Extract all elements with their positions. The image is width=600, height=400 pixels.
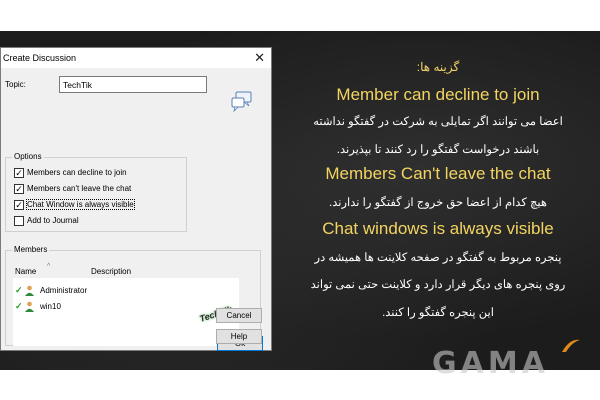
topic-label: Topic: bbox=[5, 80, 26, 89]
members-list-header: Name ^ Description bbox=[13, 263, 239, 278]
list-item[interactable]: ✓ win10 bbox=[15, 300, 61, 312]
item-title: Member can decline to join bbox=[336, 85, 540, 104]
item-title: Chat windows is always visible bbox=[322, 219, 554, 238]
dialog-title: Create Discussion bbox=[3, 53, 77, 63]
check-icon: ✓ bbox=[15, 300, 23, 311]
option-decline-to-join[interactable]: ✓ Members can decline to join bbox=[14, 167, 127, 178]
checkbox-add-to-journal[interactable] bbox=[14, 215, 24, 226]
help-button[interactable]: Help bbox=[216, 329, 262, 344]
checkbox-cant-leave-chat[interactable]: ✓ bbox=[14, 183, 24, 194]
options-group: Options ✓ Members can decline to join ✓ … bbox=[5, 152, 187, 232]
discussion-bubbles-icon bbox=[231, 91, 252, 112]
cancel-button[interactable]: Cancel bbox=[216, 308, 262, 323]
item-text: پنجره مربوط به گفتگو در صفحه کلاینت ها ه… bbox=[314, 252, 562, 264]
gama-logo: GAMA bbox=[432, 339, 588, 386]
user-icon bbox=[25, 301, 34, 312]
sort-up-icon: ^ bbox=[47, 263, 51, 270]
user-icon bbox=[25, 285, 34, 296]
option-label: Add to Journal bbox=[27, 216, 79, 225]
member-name: win10 bbox=[40, 301, 61, 311]
close-icon[interactable]: ✕ bbox=[254, 50, 265, 66]
logo-text: GAMA bbox=[432, 346, 549, 381]
option-label: Members can decline to join bbox=[27, 168, 127, 177]
topic-input[interactable] bbox=[59, 76, 207, 93]
item-text: اعضا می توانند اگر تمایلی به شرکت در گفت… bbox=[313, 116, 563, 128]
logo-swoosh-icon bbox=[562, 339, 580, 352]
member-name: Administrator bbox=[40, 285, 88, 295]
column-description[interactable]: Description bbox=[91, 267, 131, 276]
item-text: هیچ کدام از اعضا حق خروج از گفتگو را ندا… bbox=[329, 197, 547, 209]
dialog-titlebar[interactable]: Create Discussion ✕ bbox=[1, 48, 271, 68]
option-window-always-visible[interactable]: ✓ Chat Window is always visible bbox=[14, 199, 135, 210]
option-cant-leave-chat[interactable]: ✓ Members can't leave the chat bbox=[14, 183, 131, 194]
top-margin bbox=[0, 0, 600, 31]
item-text: این پنجره گفتگو را کنند. bbox=[382, 307, 494, 319]
checkbox-window-always-visible[interactable]: ✓ bbox=[14, 199, 24, 210]
check-icon: ✓ bbox=[15, 284, 23, 295]
checkbox-decline-to-join[interactable]: ✓ bbox=[14, 167, 24, 178]
create-discussion-dialog: Create Discussion ✕ Topic: Options ✓ Mem… bbox=[0, 47, 272, 351]
options-heading: گزینه ها: bbox=[416, 60, 460, 74]
options-group-title: Options bbox=[12, 152, 44, 161]
list-item[interactable]: ✓ Administrator bbox=[15, 284, 87, 296]
item-text: باشند درخواست گفتگو را رد کنند تا بپذیرن… bbox=[336, 144, 540, 156]
option-add-to-journal[interactable]: Add to Journal bbox=[14, 215, 79, 226]
option-label: Members can't leave the chat bbox=[27, 184, 132, 193]
members-group-title: Members bbox=[12, 245, 50, 254]
column-name[interactable]: Name bbox=[15, 267, 36, 276]
item-title: Members Can't leave the chat bbox=[325, 164, 551, 183]
option-label: Chat Window is always visible bbox=[26, 199, 135, 210]
item-text: روی پنجره های دیگر قرار دارد و کلاینت حت… bbox=[310, 279, 566, 291]
